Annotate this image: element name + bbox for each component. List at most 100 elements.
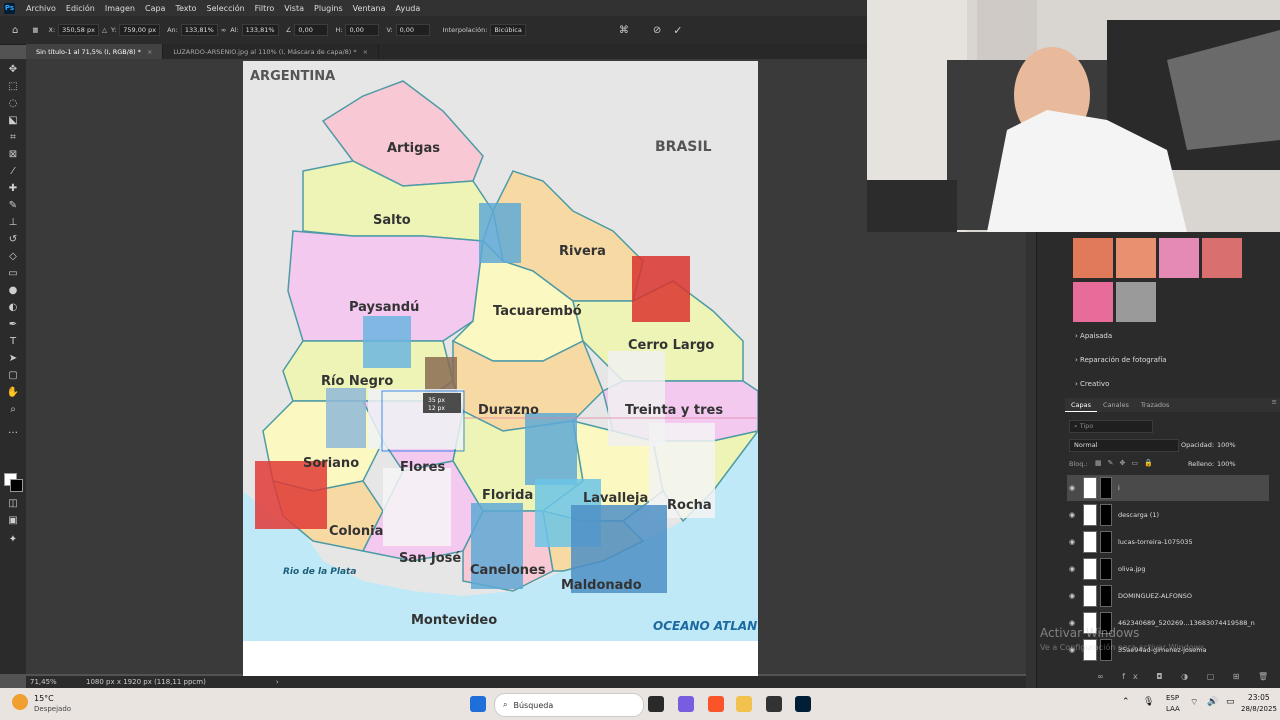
- eye-icon[interactable]: ◉: [1067, 592, 1077, 600]
- width-input[interactable]: 133,81%: [180, 24, 218, 36]
- clock-date[interactable]: 28/8/2025: [1241, 705, 1277, 713]
- blend-mode-select[interactable]: Normal: [1069, 439, 1179, 452]
- section-creativo[interactable]: › Creativo: [1075, 380, 1109, 388]
- layer-mask-thumbnail[interactable]: [1100, 558, 1112, 580]
- weather-icon[interactable]: [12, 694, 28, 710]
- opacity-input[interactable]: 100%: [1217, 441, 1236, 449]
- layer-row[interactable]: ◉ oliva.jpg: [1067, 556, 1269, 582]
- layer-row[interactable]: ◉ lucas-torreira-1075035: [1067, 529, 1269, 555]
- panel-menu-icon[interactable]: ≡: [1272, 398, 1277, 412]
- layer-mask-thumbnail[interactable]: [1100, 531, 1112, 553]
- commit-transform-icon[interactable]: ✓: [673, 24, 682, 37]
- file-explorer-icon[interactable]: [736, 696, 752, 712]
- taskbar-search[interactable]: ⌕ Búsqueda: [494, 693, 644, 717]
- weather-temp[interactable]: 15°C: [34, 694, 54, 703]
- object-select-tool-icon[interactable]: ⬕: [6, 114, 20, 128]
- player-photo[interactable]: [326, 388, 366, 448]
- weather-desc[interactable]: Despejado: [34, 705, 71, 713]
- reference-point-icon[interactable]: ▦: [32, 26, 38, 34]
- tab-trazados[interactable]: Trazados: [1135, 398, 1176, 412]
- menu-vista[interactable]: Vista: [279, 4, 309, 13]
- eye-icon[interactable]: ◉: [1067, 484, 1077, 492]
- player-photo[interactable]: [255, 461, 327, 529]
- layer-mask-thumbnail[interactable]: [1100, 477, 1112, 499]
- volume-icon[interactable]: 🔊: [1207, 697, 1218, 707]
- eye-icon[interactable]: ◉: [1067, 538, 1077, 546]
- crop-tool-icon[interactable]: ⌗: [6, 131, 20, 145]
- angle-input[interactable]: 0,00: [294, 24, 329, 36]
- generative-icon[interactable]: ✦: [6, 533, 20, 547]
- tab-sin-titulo[interactable]: Sin título-1 al 71,5% (I, RGB/8) * ×: [26, 44, 164, 59]
- layer-actions-bar[interactable]: ∞ fx ◘ ◑ ▢ ⊞ 🗑: [1097, 672, 1276, 681]
- close-icon[interactable]: ×: [147, 48, 152, 56]
- preset-thumbnail[interactable]: [1202, 238, 1242, 278]
- menu-texto[interactable]: Texto: [170, 4, 201, 13]
- fill-input[interactable]: 100%: [1217, 460, 1236, 468]
- copilot-icon[interactable]: [678, 696, 694, 712]
- menu-seleccion[interactable]: Selección: [202, 4, 250, 13]
- lock-icons[interactable]: ▦✎✥▭🔒: [1095, 459, 1159, 467]
- stamp-tool-icon[interactable]: ⊥: [6, 216, 20, 230]
- layer-row[interactable]: ◉ DOMINGUEZ-ALFONSO: [1067, 583, 1269, 609]
- quick-mask-icon[interactable]: ◫: [6, 497, 20, 511]
- eraser-tool-icon[interactable]: ◇: [6, 250, 20, 264]
- close-icon[interactable]: ×: [363, 48, 368, 56]
- section-reparacion[interactable]: › Reparación de fotografía: [1075, 356, 1167, 364]
- home-icon[interactable]: ⌂: [12, 25, 18, 36]
- eyedropper-tool-icon[interactable]: ⁄: [6, 165, 20, 179]
- rectangle-tool-icon[interactable]: ▢: [6, 369, 20, 383]
- background-color-swatch[interactable]: [10, 479, 23, 492]
- wifi-icon[interactable]: ⌔: [1190, 697, 1198, 708]
- y-input[interactable]: 759,00 px: [119, 24, 161, 36]
- zoom-tool-icon[interactable]: ⌕: [6, 403, 20, 417]
- player-photo[interactable]: [632, 256, 690, 322]
- menu-capa[interactable]: Capa: [140, 4, 170, 13]
- hand-tool-icon[interactable]: ✋: [6, 386, 20, 400]
- delta-icon[interactable]: △: [102, 26, 107, 34]
- tab-luzardo[interactable]: LUZARDO-ARSENIO.jpg al 110% (I, Máscara …: [163, 44, 380, 59]
- clock-time[interactable]: 23:05: [1248, 693, 1270, 702]
- healing-brush-icon[interactable]: ✚: [6, 182, 20, 196]
- screen-mode-icon[interactable]: ▣: [6, 514, 20, 528]
- photoshop-taskbar-icon[interactable]: [795, 696, 811, 712]
- player-photo[interactable]: [479, 203, 521, 263]
- preset-thumbnail[interactable]: [1073, 238, 1113, 278]
- start-icon[interactable]: [470, 696, 486, 712]
- path-select-icon[interactable]: ➤: [6, 352, 20, 366]
- section-apaisada[interactable]: › Apaisada: [1075, 332, 1112, 340]
- status-arrow-icon[interactable]: ›: [276, 678, 279, 686]
- menu-edicion[interactable]: Edición: [61, 4, 100, 13]
- eye-icon[interactable]: ◉: [1067, 511, 1077, 519]
- lasso-tool-icon[interactable]: ◌: [6, 97, 20, 111]
- marquee-tool-icon[interactable]: ⬚: [6, 80, 20, 94]
- battery-icon[interactable]: ▭: [1226, 697, 1235, 707]
- type-tool-icon[interactable]: T: [6, 335, 20, 349]
- dodge-tool-icon[interactable]: ◐: [6, 301, 20, 315]
- link-icon[interactable]: ∞: [221, 26, 226, 34]
- player-photo[interactable]: [363, 316, 411, 368]
- player-photo[interactable]: [383, 468, 451, 546]
- layer-mask-thumbnail[interactable]: [1100, 504, 1112, 526]
- microphone-icon[interactable]: 🎙: [1143, 697, 1154, 707]
- vskew-input[interactable]: 0,00: [395, 24, 430, 36]
- task-view-icon[interactable]: [648, 696, 664, 712]
- preset-thumbnail[interactable]: [1073, 282, 1113, 322]
- menu-imagen[interactable]: Imagen: [100, 4, 140, 13]
- layer-row[interactable]: ◉ descarga (1): [1067, 502, 1269, 528]
- warp-icon[interactable]: ⌘: [619, 25, 629, 36]
- layer-row[interactable]: ◉ i: [1067, 475, 1269, 501]
- brave-icon[interactable]: [708, 696, 724, 712]
- preset-thumbnail[interactable]: [1159, 238, 1199, 278]
- hskew-input[interactable]: 0,00: [345, 24, 380, 36]
- zoom-level[interactable]: 71,45%: [30, 678, 80, 686]
- x-input[interactable]: 350,58 px: [58, 24, 99, 36]
- menu-filtro[interactable]: Filtro: [250, 4, 280, 13]
- menu-ventana[interactable]: Ventana: [348, 4, 391, 13]
- document-canvas[interactable]: 35 px 12 px ARGENTINA BRASIL Artigas Sal…: [243, 61, 789, 676]
- pen-tool-icon[interactable]: ✒: [6, 318, 20, 332]
- history-brush-icon[interactable]: ↺: [6, 233, 20, 247]
- more-tools-icon[interactable]: …: [6, 424, 20, 438]
- height-input[interactable]: 133,81%: [241, 24, 279, 36]
- eye-icon[interactable]: ◉: [1067, 565, 1077, 573]
- gradient-tool-icon[interactable]: ▭: [6, 267, 20, 281]
